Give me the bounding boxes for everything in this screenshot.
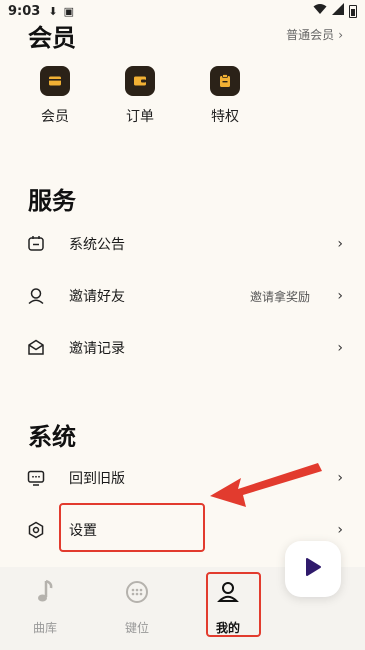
- annotation-arrow: [210, 463, 322, 507]
